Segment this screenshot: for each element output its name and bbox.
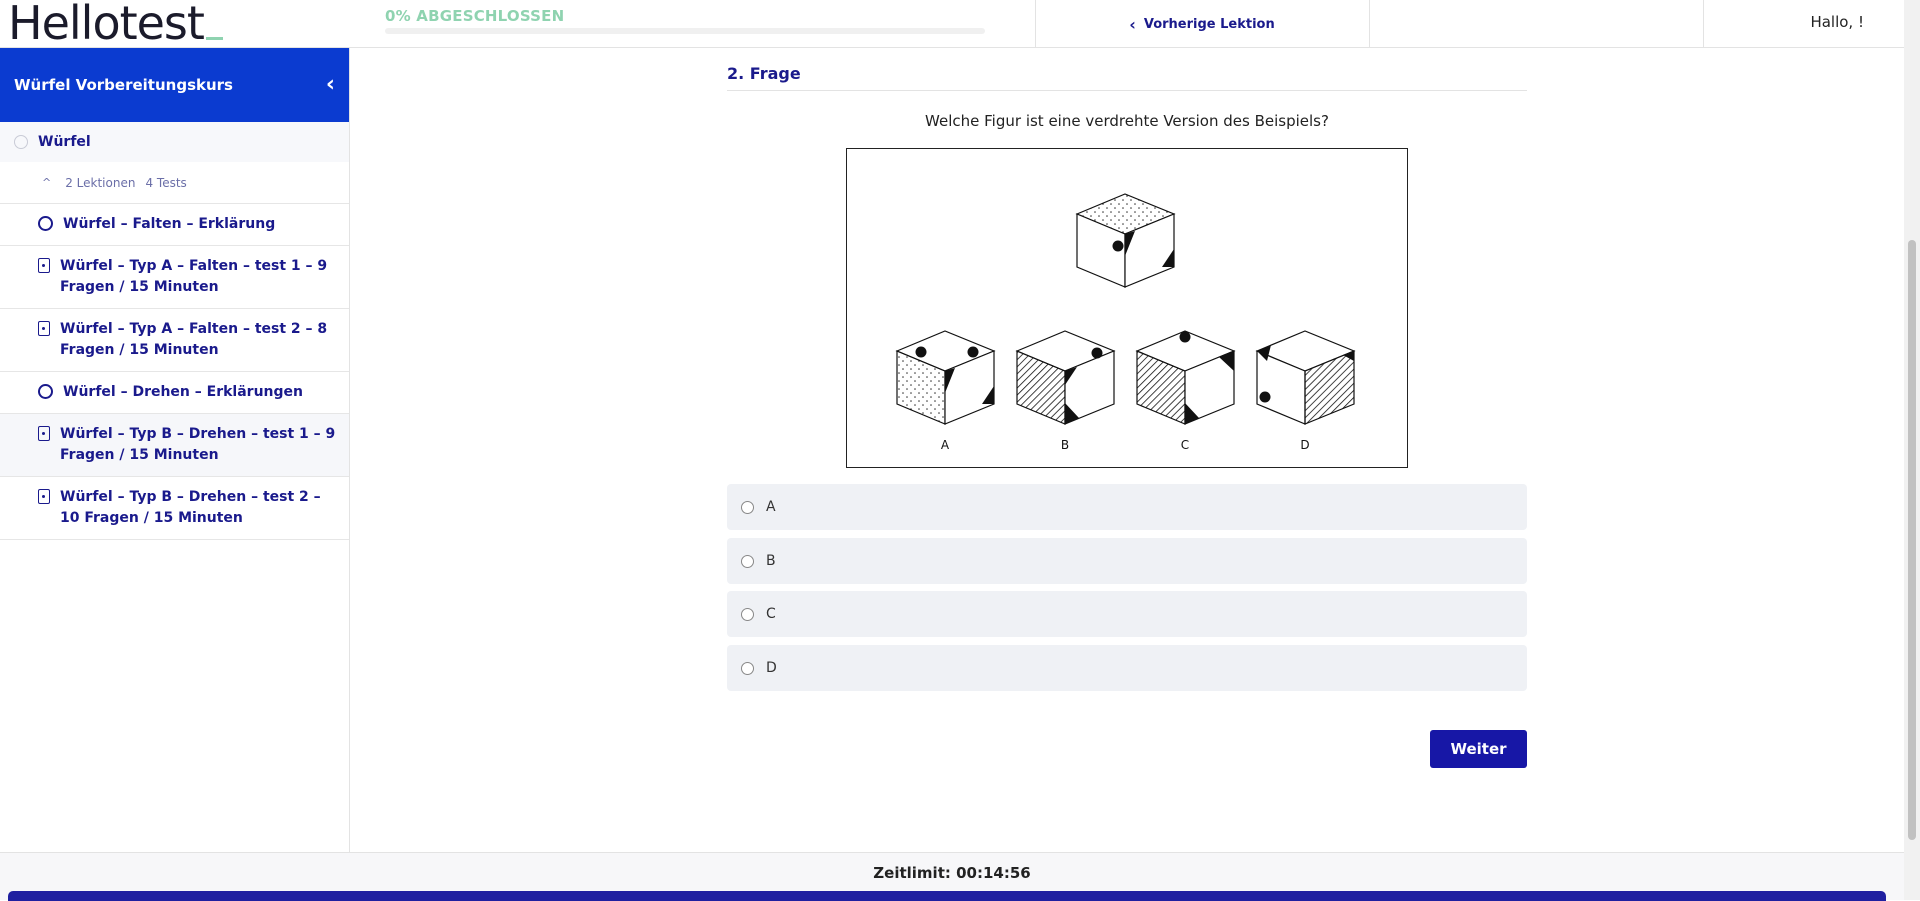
- lesson-circle-icon: [38, 384, 53, 399]
- section-status-circle-icon: [14, 135, 28, 149]
- question-text: Welche Figur ist eine verdrehte Version …: [925, 112, 1329, 130]
- logo-underscore-mark: [205, 37, 223, 40]
- sidebar-item-lesson[interactable]: Würfel – Drehen – Erklärungen: [0, 372, 349, 414]
- cube-figure: A B C D: [846, 148, 1408, 468]
- answer-option-a[interactable]: A: [727, 484, 1527, 530]
- footer-bar: Zeitlimit: 00:14:56: [0, 852, 1904, 901]
- cube-label-b: B: [1061, 438, 1069, 452]
- option-label: C: [766, 606, 776, 622]
- cube-label-a: A: [941, 438, 950, 452]
- sidebar-header: Würfel Vorbereitungskurs ‹: [0, 48, 349, 122]
- progress-bar: [385, 28, 985, 34]
- cube-illustration: A B C D: [895, 193, 1356, 452]
- time-limit: Zeitlimit: 00:14:56: [873, 864, 1031, 882]
- progress-label: 0% ABGESCHLOSSEN: [385, 7, 565, 25]
- header-divider: [1703, 0, 1704, 48]
- cube-label-c: C: [1181, 438, 1189, 452]
- sidebar-item-label: Würfel – Typ B – Drehen – test 1 – 9 Fra…: [60, 426, 336, 463]
- radio-button[interactable]: [741, 500, 754, 514]
- course-title: Würfel Vorbereitungskurs: [14, 76, 233, 94]
- scrollbar-thumb[interactable]: [1908, 240, 1916, 840]
- sidebar-item-label: Würfel – Typ A – Falten – test 1 – 9 Fra…: [60, 258, 328, 295]
- answer-option-d[interactable]: D: [727, 645, 1527, 691]
- header-divider: [1369, 0, 1370, 48]
- section-title: Würfel: [38, 134, 91, 150]
- cube-option-c: [1135, 330, 1236, 425]
- cube-option-d: [1255, 330, 1356, 425]
- page-scrollbar[interactable]: [1904, 0, 1920, 900]
- test-document-icon: [38, 258, 50, 273]
- sidebar-item-label: Würfel – Typ A – Falten – test 2 – 8 Fra…: [60, 321, 328, 358]
- next-button[interactable]: Weiter: [1430, 730, 1527, 768]
- collapse-sidebar-chevron-icon[interactable]: ‹: [326, 74, 335, 96]
- user-greeting[interactable]: Hallo, !: [1810, 0, 1864, 44]
- lesson-circle-icon: [38, 216, 53, 231]
- example-cube: [1075, 193, 1176, 288]
- test-document-icon: [38, 489, 50, 504]
- option-label: B: [766, 553, 776, 569]
- radio-button[interactable]: [741, 661, 754, 675]
- cube-option-a: [895, 330, 996, 425]
- course-sidebar: Würfel Vorbereitungskurs ‹ Würfel ^ 2 Le…: [0, 48, 350, 852]
- test-document-icon: [38, 426, 50, 441]
- hellotest-logo[interactable]: Hellotest: [8, 0, 223, 46]
- section-header[interactable]: Würfel: [0, 122, 349, 162]
- chevron-up-icon: ^: [42, 176, 52, 189]
- question-number: 2. Frage: [727, 64, 801, 83]
- divider: [727, 90, 1527, 91]
- section-meta[interactable]: ^ 2 Lektionen 4 Tests: [0, 162, 349, 204]
- sidebar-item-label: Würfel – Typ B – Drehen – test 2 – 10 Fr…: [60, 489, 321, 526]
- previous-lesson-button[interactable]: ‹ Vorherige Lektion: [1035, 0, 1369, 48]
- answer-option-c[interactable]: C: [727, 591, 1527, 637]
- option-label: D: [766, 660, 777, 676]
- sidebar-item-label: Würfel – Drehen – Erklärungen: [63, 384, 303, 400]
- test-document-icon: [38, 321, 50, 336]
- cube-option-b: [1015, 330, 1116, 425]
- lessons-count: 2 Lektionen: [65, 175, 136, 190]
- sidebar-item-test[interactable]: Würfel – Typ A – Falten – test 1 – 9 Fra…: [0, 246, 349, 309]
- radio-button[interactable]: [741, 554, 754, 568]
- option-label: A: [766, 499, 776, 515]
- logo-text: Hellotest: [8, 0, 205, 50]
- tests-count: 4 Tests: [145, 175, 187, 190]
- previous-lesson-label: Vorherige Lektion: [1143, 16, 1275, 32]
- chevron-left-icon: ‹: [1129, 14, 1136, 34]
- radio-button[interactable]: [741, 607, 754, 621]
- cube-label-d: D: [1300, 438, 1309, 452]
- top-header: Hellotest 0% ABGESCHLOSSEN ‹ Vorherige L…: [0, 0, 1904, 48]
- answer-option-b[interactable]: B: [727, 538, 1527, 584]
- sidebar-item-label: Würfel – Falten – Erklärung: [63, 216, 276, 232]
- sidebar-item-test[interactable]: Würfel – Typ A – Falten – test 2 – 8 Fra…: [0, 309, 349, 372]
- sidebar-item-test[interactable]: Würfel – Typ B – Drehen – test 2 – 10 Fr…: [0, 477, 349, 540]
- sidebar-item-lesson[interactable]: Würfel – Falten – Erklärung: [0, 204, 349, 246]
- sidebar-item-test-active[interactable]: Würfel – Typ B – Drehen – test 1 – 9 Fra…: [0, 414, 349, 477]
